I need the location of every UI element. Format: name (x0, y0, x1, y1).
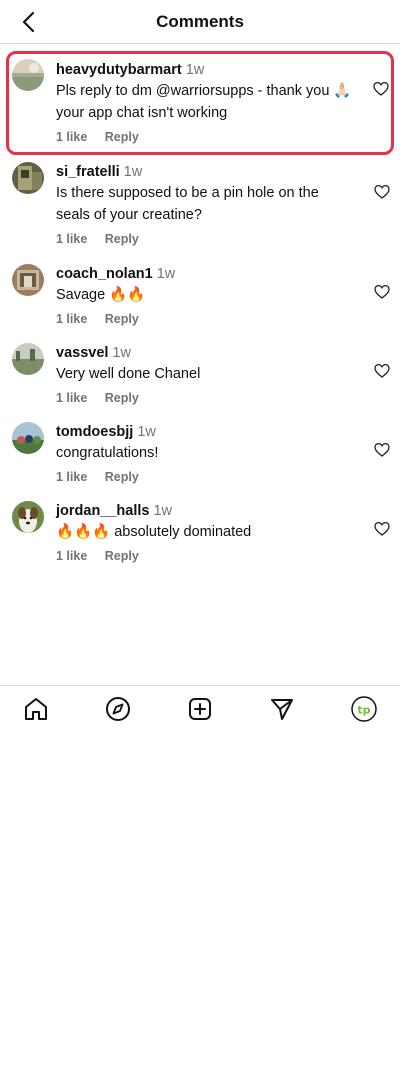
comment-username[interactable]: coach_nolan1 (56, 266, 153, 282)
like-count[interactable]: 1 like (56, 130, 87, 144)
comment-username[interactable]: jordan__halls (56, 503, 149, 519)
heart-icon[interactable] (374, 284, 390, 300)
nav-explore[interactable] (105, 696, 131, 722)
profile-avatar-icon: tp (351, 696, 377, 722)
comment-time: 1w (185, 62, 205, 78)
comment-time: 1w (153, 503, 173, 519)
nav-direct[interactable] (269, 696, 295, 722)
explore-icon (106, 697, 130, 721)
profile-initials: tp (357, 704, 370, 717)
page-title: Comments (156, 12, 244, 31)
comment-text: congratulations! (56, 445, 159, 461)
nav-home[interactable] (23, 696, 49, 722)
comment-text: Very well done Chanel (56, 366, 201, 382)
nav-profile[interactable]: tp (351, 696, 377, 722)
avatar[interactable] (12, 343, 44, 375)
like-count[interactable]: 1 like (56, 470, 87, 484)
comment-text: 🔥🔥🔥 absolutely dominated (56, 524, 252, 540)
comment-username[interactable]: heavydutybarmart (56, 62, 182, 78)
comment-item: vassvel 1w Very well done Chanel 1 like R… (0, 343, 400, 423)
avatar[interactable] (12, 501, 44, 533)
avatar[interactable] (12, 264, 44, 296)
avatar[interactable] (12, 162, 44, 194)
nav-create[interactable] (187, 696, 213, 722)
like-count[interactable]: 1 like (56, 549, 87, 563)
direct-icon (271, 699, 293, 720)
heart-icon[interactable] (373, 81, 389, 97)
comment-text: Is there supposed to be a pin hole on th… (56, 185, 319, 223)
home-icon (25, 698, 47, 720)
bottom-nav: tp (0, 685, 400, 731)
create-icon (189, 698, 211, 720)
comments-header: Comments (0, 0, 400, 44)
avatar[interactable] (12, 422, 44, 454)
reply-button[interactable]: Reply (105, 130, 139, 144)
comment-time: 1w (123, 164, 143, 180)
reply-button[interactable]: Reply (105, 312, 139, 326)
reply-button[interactable]: Reply (105, 470, 139, 484)
comment-username[interactable]: si_fratelli (56, 164, 120, 180)
heart-icon[interactable] (374, 521, 390, 537)
comment-item: si_fratelli 1w Is there supposed to be a … (0, 162, 400, 246)
comment-item: coach_nolan1 1w Savage 🔥🔥 1 like Reply (0, 264, 400, 344)
comment-time: 1w (156, 266, 176, 282)
comment-item: heavydutybarmart 1w Pls reply to dm @warr… (6, 51, 394, 155)
reply-button[interactable]: Reply (105, 232, 139, 246)
comment-time: 1w (112, 345, 131, 361)
comment-username[interactable]: tomdoesbjj (56, 424, 133, 440)
avatar[interactable] (12, 59, 44, 91)
like-count[interactable]: 1 like (56, 312, 87, 326)
comment-time: 1w (137, 424, 156, 440)
heart-icon[interactable] (374, 184, 390, 200)
comment-item: tomdoesbjj 1w congratulations! 1 like Rep… (0, 422, 400, 502)
comment-text: Savage 🔥🔥 (56, 287, 146, 303)
like-count[interactable]: 1 like (56, 391, 87, 405)
reply-button[interactable]: Reply (105, 549, 139, 563)
heart-icon[interactable] (374, 363, 390, 379)
comment-username[interactable]: vassvel (56, 345, 108, 361)
heart-icon[interactable] (374, 442, 390, 458)
reply-button[interactable]: Reply (105, 391, 139, 405)
comment-item: jordan__halls 1w 🔥🔥🔥 absolutely dominated… (0, 501, 400, 581)
comment-text: Pls reply to dm @warriorsupps - thank yo… (56, 83, 352, 121)
like-count[interactable]: 1 like (56, 232, 87, 246)
